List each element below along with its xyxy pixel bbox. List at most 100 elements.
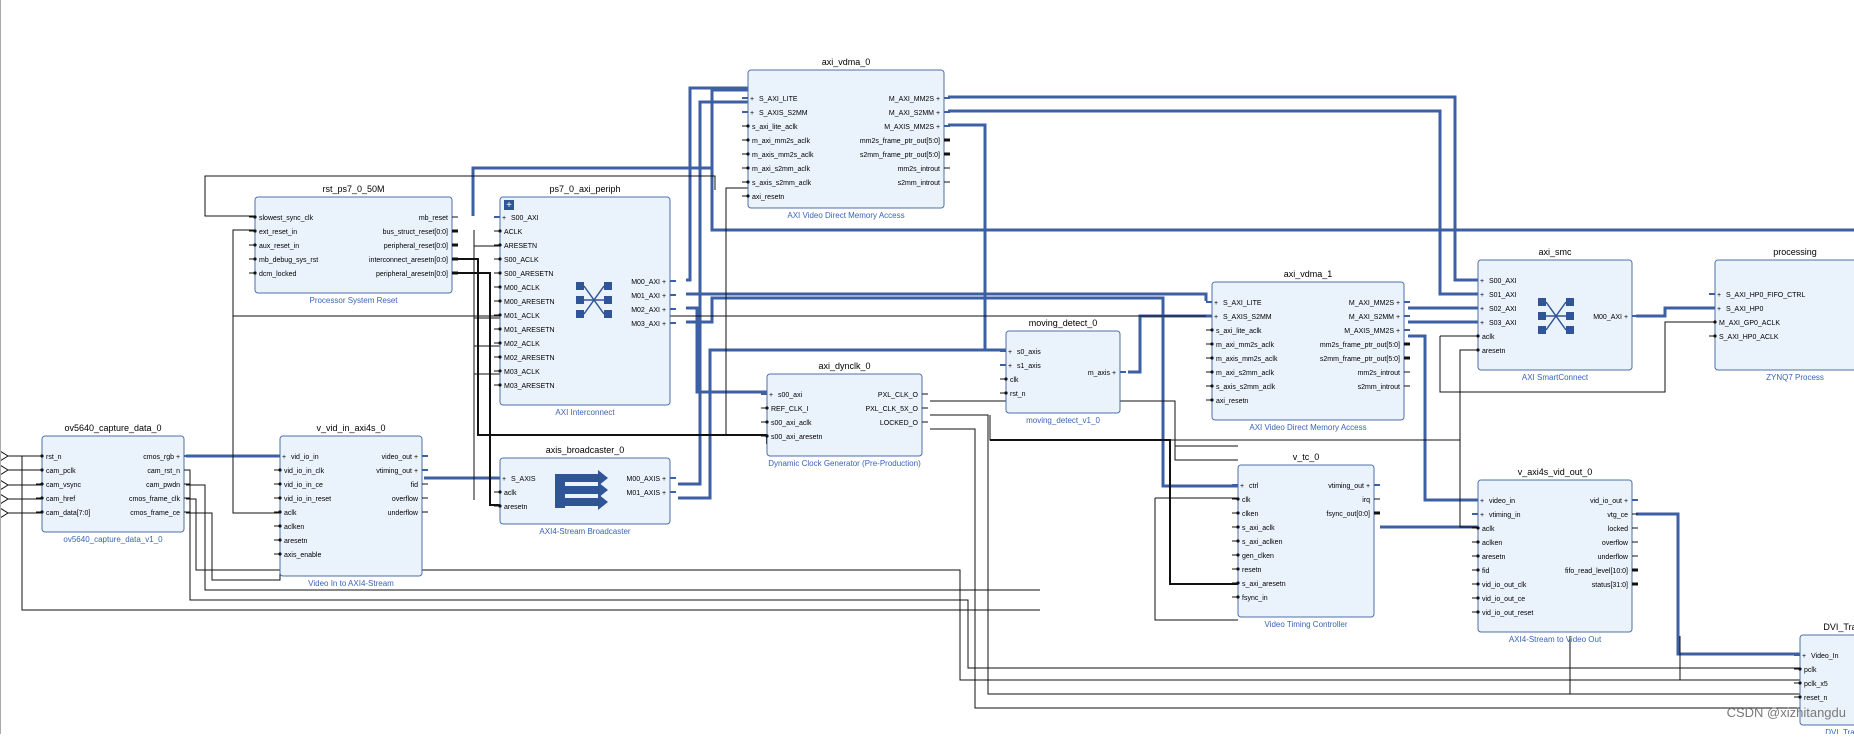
pin-dot-icon[interactable] xyxy=(1476,610,1480,614)
block-v-tc-0[interactable]: v_tc_0 Video Timing Controller + ctrl clk clk… xyxy=(1232,452,1380,629)
bus-plus-icon[interactable]: + xyxy=(1480,498,1484,505)
pin-dot-icon[interactable] xyxy=(746,194,750,198)
bus-plus-icon[interactable]: + xyxy=(414,468,418,475)
bus-plus-icon[interactable]: + xyxy=(282,454,286,461)
bus-plus-icon[interactable]: + xyxy=(1802,653,1806,660)
expand-icon[interactable]: + xyxy=(504,200,514,211)
pin-dot-icon[interactable] xyxy=(278,552,282,556)
pin-dot-icon[interactable] xyxy=(498,490,502,494)
pin-dot-icon[interactable] xyxy=(1476,334,1480,338)
block-moving-detect-0[interactable]: moving_detect_0 moving_detect_v1_0 + s0_axi… xyxy=(1000,318,1126,425)
pin-dot-icon[interactable] xyxy=(1210,328,1214,332)
pin-dot-icon[interactable] xyxy=(498,383,502,387)
pin-dot-icon[interactable] xyxy=(746,138,750,142)
block-ov5640-capture-data-0[interactable]: ov5640_capture_data_0 ov5640_capture_data… xyxy=(36,423,190,544)
pin-dot-icon[interactable] xyxy=(1798,681,1802,685)
bus-plus-icon[interactable]: + xyxy=(1480,306,1484,313)
pin-dot-icon[interactable] xyxy=(765,406,769,410)
bus-plus-icon[interactable]: + xyxy=(662,279,666,286)
bus-plus-icon[interactable]: + xyxy=(502,476,506,483)
external-input-port-icon[interactable] xyxy=(0,507,9,519)
block-body[interactable] xyxy=(1714,259,1854,371)
bus-plus-icon[interactable]: + xyxy=(662,321,666,328)
pin-dot-icon[interactable] xyxy=(498,285,502,289)
pin-dot-icon[interactable] xyxy=(498,504,502,508)
pin-dot-icon[interactable] xyxy=(1236,525,1240,529)
external-input-port-icon[interactable] xyxy=(0,493,9,505)
bus-plus-icon[interactable]: + xyxy=(1396,314,1400,321)
pin-dot-icon[interactable] xyxy=(1798,695,1802,699)
block-v-axi4s-vid-out-0[interactable]: v_axi4s_vid_out_0 AXI4-Stream to Video Ou… xyxy=(1472,467,1638,644)
pin-dot-icon[interactable] xyxy=(1236,539,1240,543)
block-rst-ps7-0-50m[interactable]: rst_ps7_0_50M Processor System Reset slowe… xyxy=(249,184,458,305)
external-input-port-icon[interactable] xyxy=(0,464,9,476)
pin-dot-icon[interactable] xyxy=(253,257,257,261)
pin-dot-icon[interactable] xyxy=(1236,553,1240,557)
bus-plus-icon[interactable]: + xyxy=(936,124,940,131)
pin-dot-icon[interactable] xyxy=(1210,356,1214,360)
bus-plus-icon[interactable]: + xyxy=(750,110,754,117)
bus-plus-icon[interactable]: + xyxy=(1214,314,1218,321)
pin-dot-icon[interactable] xyxy=(498,327,502,331)
bus-plus-icon[interactable]: + xyxy=(1112,370,1116,377)
pin-dot-icon[interactable] xyxy=(40,482,44,486)
block-body[interactable] xyxy=(766,373,923,457)
pin-dot-icon[interactable] xyxy=(1713,334,1717,338)
bus-plus-icon[interactable]: + xyxy=(1240,483,1244,490)
bus-plus-icon[interactable]: + xyxy=(1480,320,1484,327)
bus-plus-icon[interactable]: + xyxy=(936,110,940,117)
bus-plus-icon[interactable]: + xyxy=(750,96,754,103)
bus-plus-icon[interactable]: + xyxy=(1480,512,1484,519)
external-input-port-icon[interactable] xyxy=(0,450,9,462)
block-axi-vdma-1[interactable]: axi_vdma_1 AXI Video Direct Memory Access… xyxy=(1206,269,1410,432)
pin-dot-icon[interactable] xyxy=(1476,582,1480,586)
external-input-port-icon[interactable] xyxy=(0,479,9,491)
pin-dot-icon[interactable] xyxy=(1236,497,1240,501)
pin-dot-icon[interactable] xyxy=(278,524,282,528)
pin-dot-icon[interactable] xyxy=(1210,398,1214,402)
pin-dot-icon[interactable] xyxy=(1476,526,1480,530)
bus-plus-icon[interactable]: + xyxy=(769,392,773,399)
pin-dot-icon[interactable] xyxy=(40,468,44,472)
pin-dot-icon[interactable] xyxy=(1004,377,1008,381)
pin-dot-icon[interactable] xyxy=(1476,568,1480,572)
pin-dot-icon[interactable] xyxy=(746,152,750,156)
pin-dot-icon[interactable] xyxy=(1004,391,1008,395)
pin-dot-icon[interactable] xyxy=(253,215,257,219)
bus-plus-icon[interactable]: + xyxy=(1717,292,1721,299)
bus-plus-icon[interactable]: + xyxy=(1008,363,1012,370)
bus-plus-icon[interactable]: + xyxy=(662,476,666,483)
pin-dot-icon[interactable] xyxy=(498,341,502,345)
pin-dot-icon[interactable] xyxy=(498,355,502,359)
bus-plus-icon[interactable]: + xyxy=(1366,483,1370,490)
pin-dot-icon[interactable] xyxy=(278,468,282,472)
pin-dot-icon[interactable] xyxy=(498,313,502,317)
bus-plus-icon[interactable]: + xyxy=(1480,278,1484,285)
block-axi-dynclk-0[interactable]: axi_dynclk_0 Dynamic Clock Generator (Pre… xyxy=(761,361,928,468)
bus-plus-icon[interactable]: + xyxy=(1624,314,1628,321)
pin-dot-icon[interactable] xyxy=(746,166,750,170)
pin-dot-icon[interactable] xyxy=(1236,567,1240,571)
pin-dot-icon[interactable] xyxy=(278,510,282,514)
pin-dot-icon[interactable] xyxy=(1798,667,1802,671)
bus-plus-icon[interactable]: + xyxy=(662,293,666,300)
pin-dot-icon[interactable] xyxy=(765,420,769,424)
bus-plus-icon[interactable]: + xyxy=(936,96,940,103)
bus-plus-icon[interactable]: + xyxy=(662,490,666,497)
pin-dot-icon[interactable] xyxy=(253,271,257,275)
bus-plus-icon[interactable]: + xyxy=(1396,300,1400,307)
pin-dot-icon[interactable] xyxy=(498,299,502,303)
pin-dot-icon[interactable] xyxy=(1476,348,1480,352)
pin-dot-icon[interactable] xyxy=(278,496,282,500)
pin-dot-icon[interactable] xyxy=(765,434,769,438)
bus-plus-icon[interactable]: + xyxy=(1717,306,1721,313)
bus-plus-icon[interactable]: + xyxy=(502,215,506,222)
bus-plus-icon[interactable]: + xyxy=(1396,328,1400,335)
pin-dot-icon[interactable] xyxy=(1476,596,1480,600)
pin-dot-icon[interactable] xyxy=(1713,320,1717,324)
pin-dot-icon[interactable] xyxy=(278,538,282,542)
pin-dot-icon[interactable] xyxy=(40,510,44,514)
pin-dot-icon[interactable] xyxy=(40,454,44,458)
pin-dot-icon[interactable] xyxy=(1476,540,1480,544)
block-axi-vdma-0[interactable]: axi_vdma_0 AXI Video Direct Memory Access… xyxy=(742,57,950,220)
